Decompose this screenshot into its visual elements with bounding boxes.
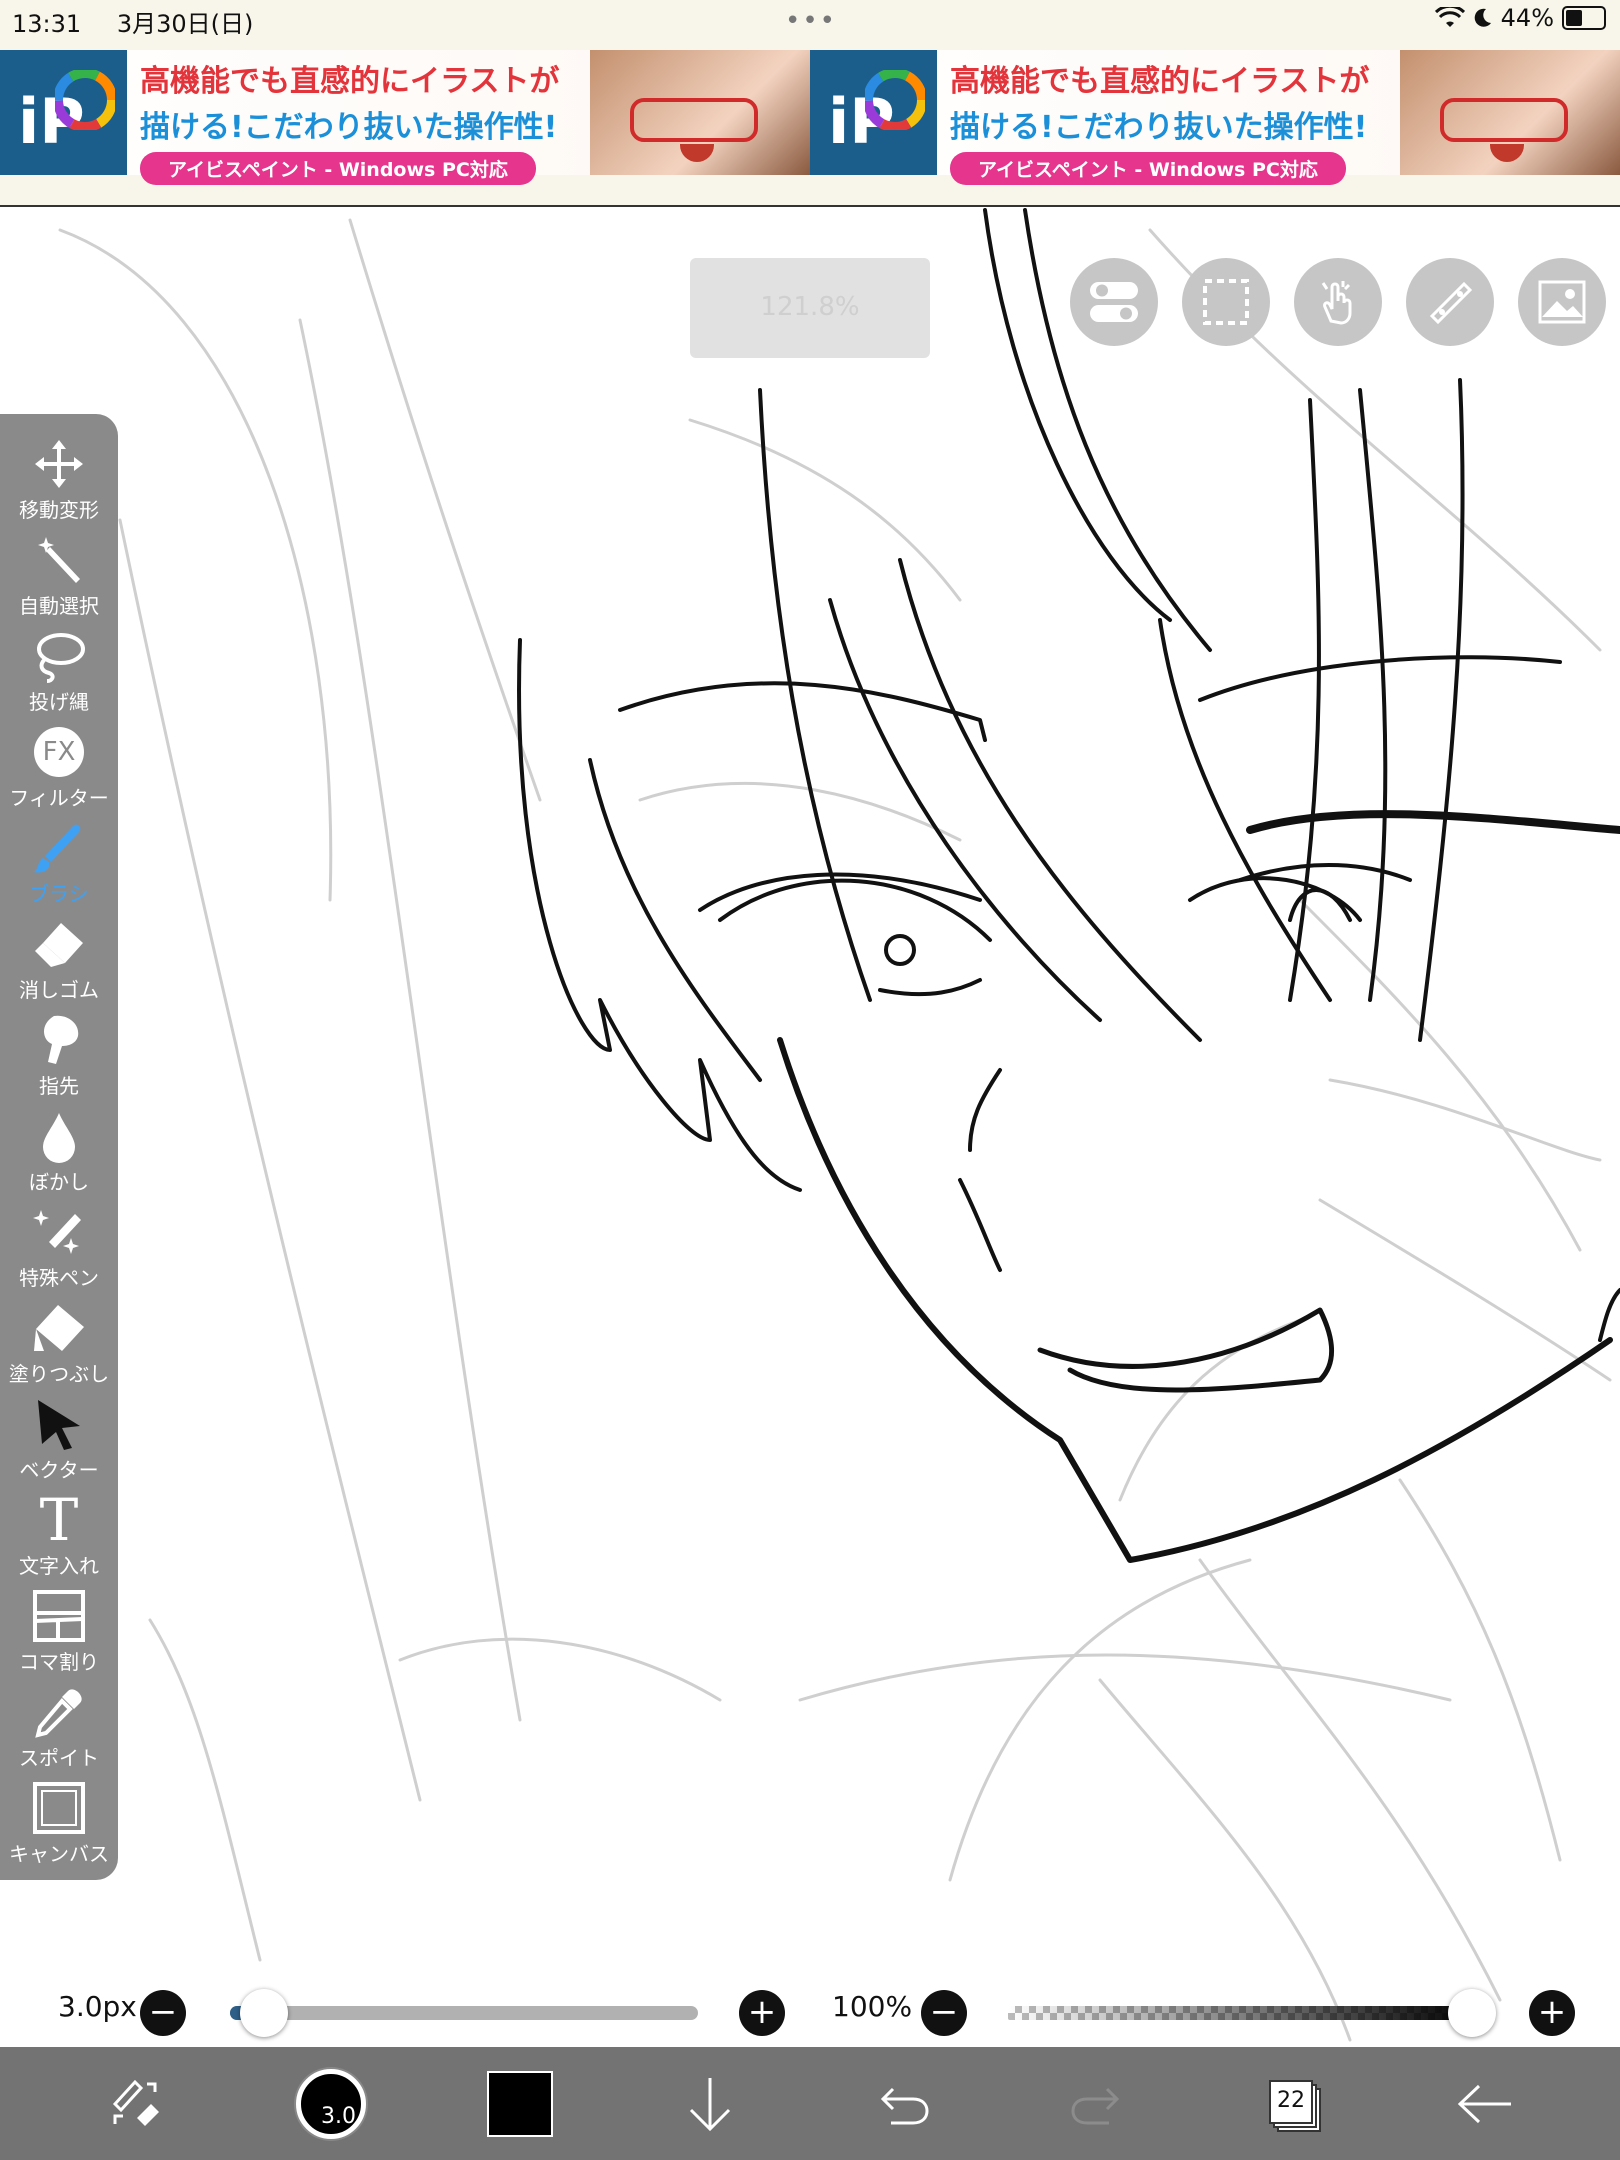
status-time: 13:31 xyxy=(12,10,82,38)
ad-pill: アイビスペイント - Windows PC対応 xyxy=(950,152,1346,185)
text-icon: T xyxy=(39,1486,79,1554)
swap-pen-eraser-button[interactable] xyxy=(100,2047,170,2160)
blur-icon xyxy=(43,1113,75,1163)
special-pen-icon xyxy=(33,1210,81,1254)
undo-button[interactable] xyxy=(870,2047,940,2160)
tool-eraser[interactable]: 消しゴム xyxy=(0,912,118,1008)
tool-smudge[interactable]: 指先 xyxy=(0,1008,118,1104)
lasso-icon xyxy=(37,633,85,683)
arrow-down-icon xyxy=(689,2077,731,2131)
status-date: 3月30日(日) xyxy=(116,10,254,38)
ad-character-image xyxy=(1400,50,1620,175)
arrow-left-icon xyxy=(1457,2084,1511,2123)
fx-icon: FX xyxy=(34,727,84,777)
pen-eraser-swap-icon xyxy=(112,2079,159,2126)
layer-count: 22 xyxy=(1277,2087,1305,2113)
image-icon xyxy=(1538,280,1586,324)
brush-size-slider[interactable] xyxy=(230,1989,698,2037)
ad-banner: iP 高機能でも直感的にイラストが 描ける!こだわり抜いた操作性! アイビスペイ… xyxy=(0,40,1620,207)
redo-button[interactable] xyxy=(1060,2047,1130,2160)
fill-icon xyxy=(34,1305,84,1351)
opacity-slider-knob[interactable] xyxy=(1448,1989,1496,2037)
tool-filter[interactable]: FX フィルター xyxy=(0,720,118,816)
brush-preview-icon: 3.0 xyxy=(296,2069,366,2139)
reference-image-button[interactable] xyxy=(1518,258,1606,346)
frame-divider-icon xyxy=(33,1590,85,1642)
canvas-top-tools xyxy=(1070,258,1606,346)
toggle-icon xyxy=(1090,282,1138,322)
tool-canvas[interactable]: キャンバス xyxy=(0,1776,118,1872)
canvas-icon xyxy=(33,1782,85,1834)
brush-icon xyxy=(33,824,81,873)
battery-icon xyxy=(1562,6,1606,30)
tool-fill[interactable]: 塗りつぶし xyxy=(0,1296,118,1392)
layers-button[interactable]: 22 xyxy=(1258,2047,1328,2160)
tool-blur[interactable]: ぼかし xyxy=(0,1104,118,1200)
slider-row: 3.0px − + 100% − + xyxy=(0,1960,1620,2050)
ad-subheadline: 描ける!こだわり抜いた操作性! xyxy=(140,110,558,145)
zoom-indicator: 121.8% xyxy=(690,258,930,358)
sketch-artwork xyxy=(58,208,1620,2042)
moon-icon xyxy=(1474,8,1491,27)
vector-icon xyxy=(38,1400,80,1450)
brush-size-decrease-button[interactable]: − xyxy=(140,1990,186,2036)
tool-vector[interactable]: ベクター xyxy=(0,1392,118,1488)
back-button[interactable] xyxy=(1450,2047,1520,2160)
tool-frame-divider[interactable]: コマ割り xyxy=(0,1584,118,1680)
opacity-label: 100% xyxy=(832,1990,913,2023)
tool-lasso[interactable]: 投げ縄 xyxy=(0,624,118,720)
brush-size-button[interactable]: 3.0 xyxy=(290,2047,370,2160)
tool-brush[interactable]: ブラシ xyxy=(0,816,118,912)
ad-pill: アイビスペイント - Windows PC対応 xyxy=(140,152,536,185)
eyedropper-icon xyxy=(35,1689,82,1738)
drawing-canvas[interactable]: 121.8% xyxy=(0,207,1620,2047)
tool-eyedropper[interactable]: スポイト xyxy=(0,1680,118,1776)
selection-button[interactable] xyxy=(1182,258,1270,346)
touch-button[interactable] xyxy=(1294,258,1382,346)
brush-size-slider-knob[interactable] xyxy=(240,1989,289,2037)
toggle-button[interactable] xyxy=(1070,258,1158,346)
ad-headline: 高機能でも直感的にイラストが xyxy=(950,64,1370,99)
app-logo-icon: iP xyxy=(0,50,127,175)
ad-subheadline: 描ける!こだわり抜いた操作性! xyxy=(950,110,1368,145)
tool-move-transform[interactable]: 移動変形 xyxy=(0,432,118,528)
eraser-icon xyxy=(35,923,83,967)
move-icon xyxy=(35,440,83,488)
layers-icon: 22 xyxy=(1269,2079,1321,2132)
save-download-button[interactable] xyxy=(680,2047,740,2160)
tool-text[interactable]: T 文字入れ xyxy=(0,1488,118,1584)
brush-size-increase-button[interactable]: + xyxy=(739,1990,785,2036)
redo-icon xyxy=(1071,2087,1120,2124)
ad-unit[interactable]: iP 高機能でも直感的にイラストが 描ける!こだわり抜いた操作性! アイビスペイ… xyxy=(810,50,1620,185)
ruler-icon xyxy=(1429,281,1473,325)
undo-icon xyxy=(880,2087,929,2124)
tool-panel: 移動変形 自動選択 投げ縄 FX フィルター ブラシ 消しゴム 指先 ぼかし 特… xyxy=(0,414,118,1880)
current-color-swatch xyxy=(487,2070,553,2137)
app-logo-icon: iP xyxy=(810,50,937,175)
color-button[interactable] xyxy=(480,2047,560,2160)
tool-magic-wand[interactable]: 自動選択 xyxy=(0,528,118,624)
opacity-slider[interactable] xyxy=(1008,1989,1496,2037)
opacity-increase-button[interactable]: + xyxy=(1529,1990,1575,2036)
ad-headline: 高機能でも直感的にイラストが xyxy=(140,64,560,99)
magic-wand-icon xyxy=(38,537,80,583)
status-bar: 13:31 3月30日(日) ••• 44% xyxy=(0,0,1620,40)
selection-icon xyxy=(1203,279,1249,325)
brush-size-label: 3.0px xyxy=(58,1990,137,2023)
touch-icon xyxy=(1321,281,1352,325)
wifi-icon xyxy=(1434,7,1465,27)
multitask-dots[interactable]: ••• xyxy=(785,6,837,36)
ad-unit[interactable]: iP 高機能でも直感的にイラストが 描ける!こだわり抜いた操作性! アイビスペイ… xyxy=(0,50,810,185)
ad-character-image xyxy=(590,50,810,175)
tool-special-pen[interactable]: 特殊ペン xyxy=(0,1200,118,1296)
bottom-toolbar: 3.0 22 xyxy=(0,2047,1620,2160)
ruler-button[interactable] xyxy=(1406,258,1494,346)
battery-percent: 44% xyxy=(1500,4,1554,32)
smudge-icon xyxy=(44,1015,79,1064)
opacity-decrease-button[interactable]: − xyxy=(921,1990,967,2036)
